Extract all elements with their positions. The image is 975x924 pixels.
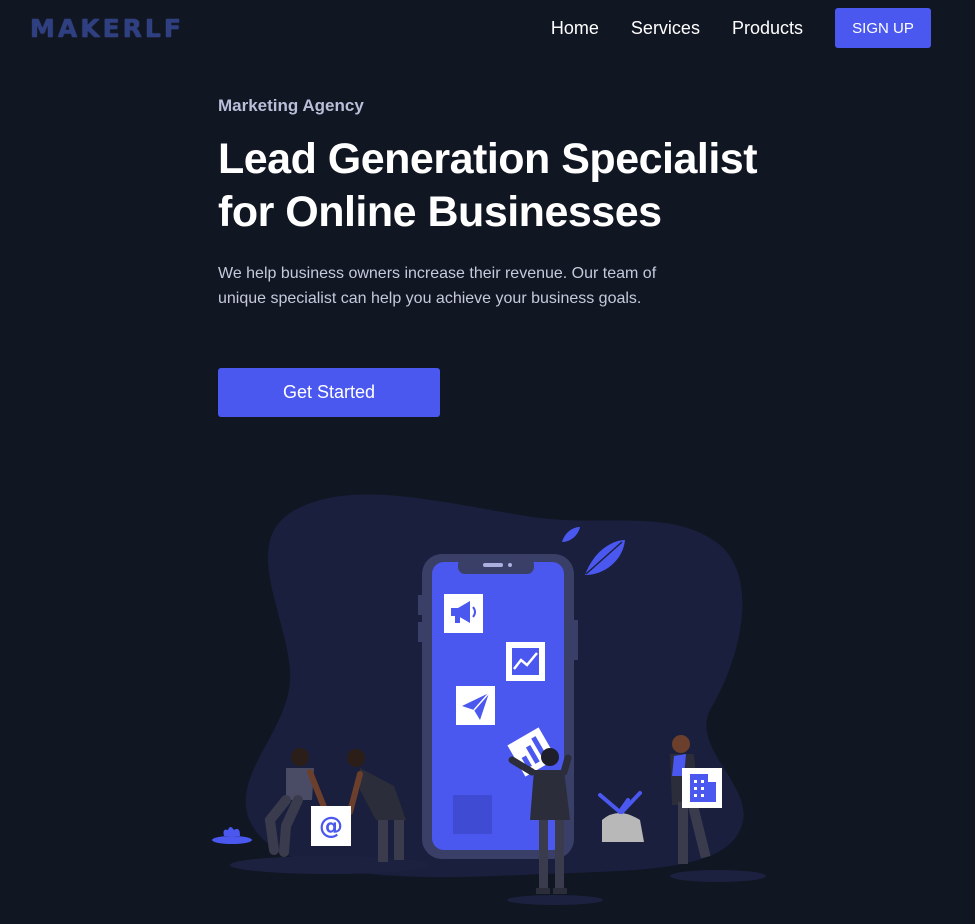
ground-shadow-right	[670, 870, 766, 882]
hero-illustration: @	[212, 494, 766, 905]
get-started-button[interactable]: Get Started	[218, 368, 440, 417]
empty-app-tile	[453, 795, 492, 834]
headline-line-2: for Online Businesses	[218, 188, 662, 236]
brand-logo[interactable]: MAKERLF	[30, 14, 184, 43]
landing-page: MAKERLF Home Services Products SIGN UP M…	[0, 0, 975, 924]
hero-description: We help business owners increase their r…	[218, 265, 657, 307]
building-tile-icon	[682, 768, 722, 808]
nav-link-services[interactable]: Services	[631, 8, 700, 48]
megaphone-icon	[444, 594, 483, 633]
nav-link-home[interactable]: Home	[551, 8, 599, 48]
email-at-symbol: @	[319, 812, 343, 840]
hero-headline: Lead Generation Specialist for Online Bu…	[218, 133, 818, 239]
headline-line-1: Lead Generation Specialist	[218, 135, 758, 183]
hero-eyebrow: Marketing Agency	[218, 96, 364, 115]
analytics-chart-icon	[506, 642, 545, 681]
main-nav: Home Services Products SIGN UP	[551, 8, 931, 48]
nav-link-products[interactable]: Products	[732, 8, 803, 48]
send-plane-icon	[456, 686, 495, 725]
ground-shadow-center	[507, 895, 603, 905]
email-at-icon: @	[311, 806, 351, 846]
small-plant-icon	[212, 827, 252, 844]
signup-button[interactable]: SIGN UP	[835, 8, 931, 48]
